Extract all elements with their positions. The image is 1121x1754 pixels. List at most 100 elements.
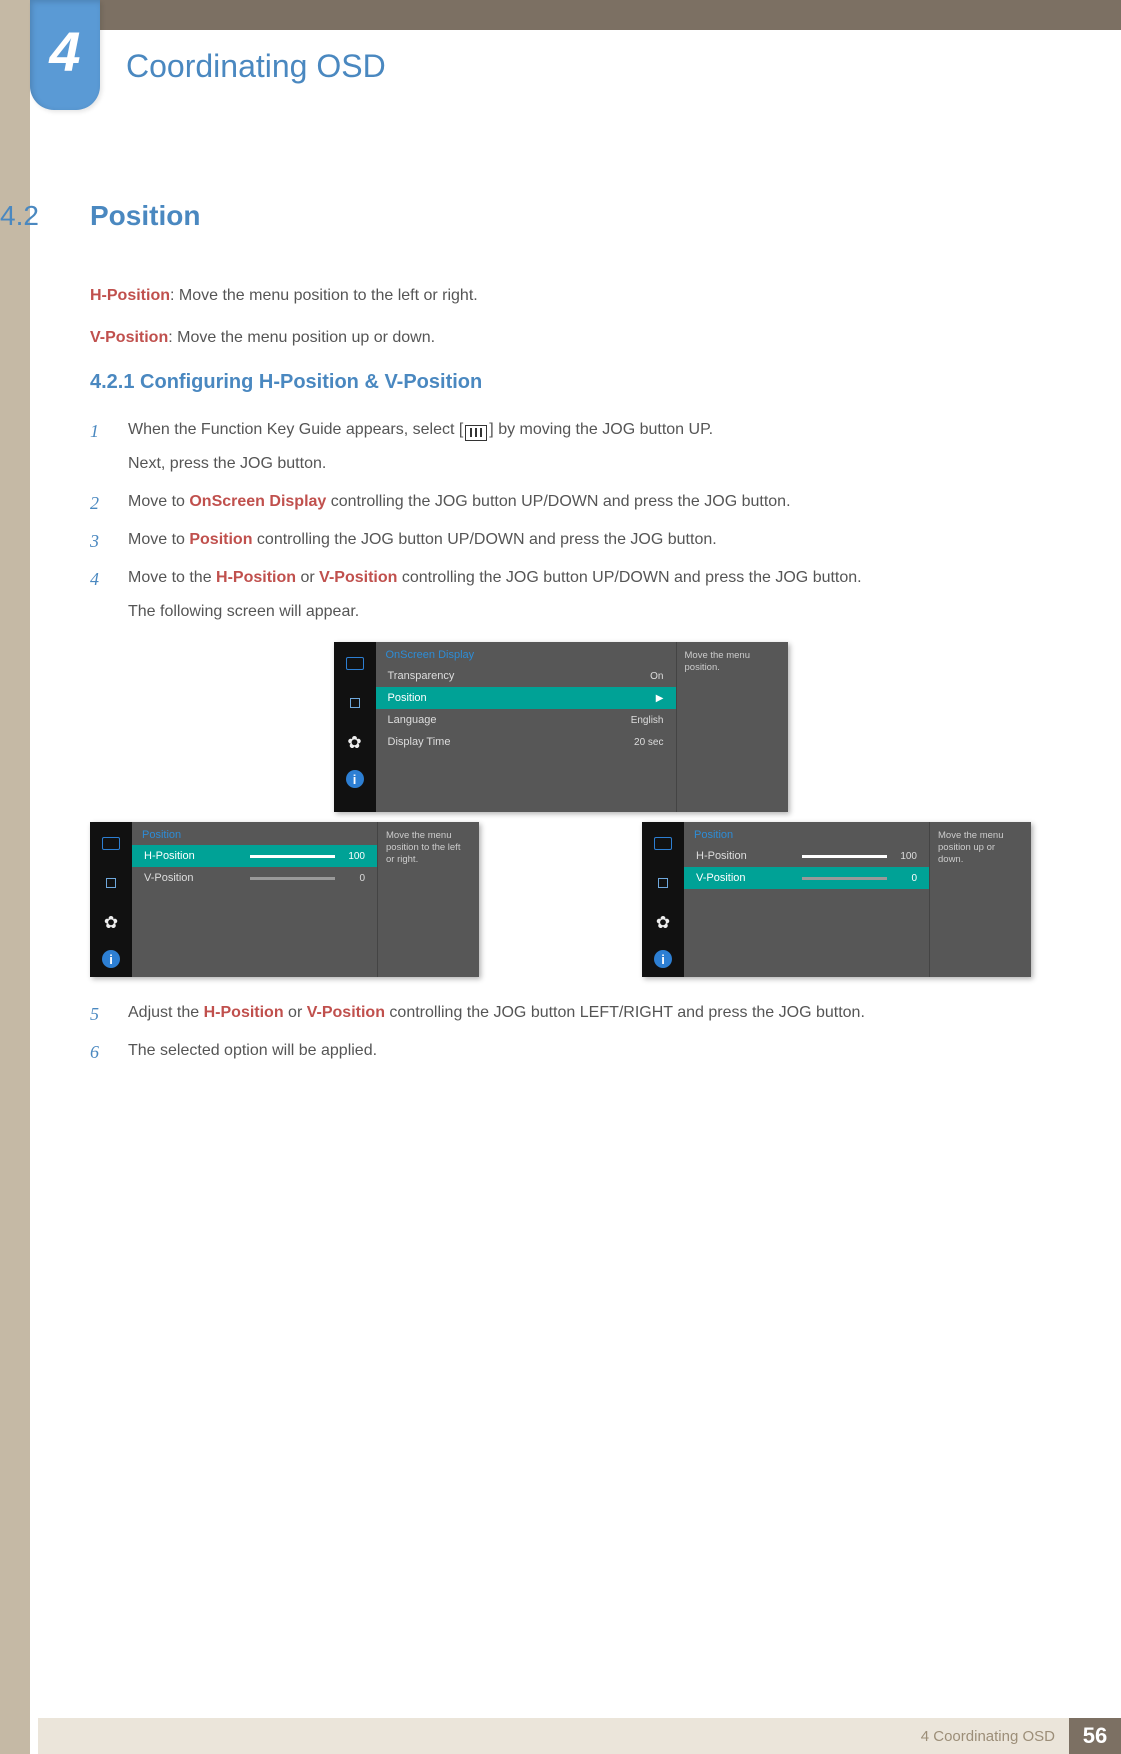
step-number: 1: [90, 418, 99, 445]
step-number: 4: [90, 566, 99, 593]
osd-tooltip: Move the menu position up or down.: [929, 822, 1031, 977]
step-number: 3: [90, 528, 99, 555]
footer-page-number: 56: [1069, 1718, 1121, 1754]
step-3: 3 Move to Position controlling the JOG b…: [90, 528, 1031, 552]
step-text: Move to: [128, 493, 189, 510]
osd-value: 100: [341, 851, 365, 862]
osd-main-panel: Position H-Position 100 V-Position 0: [684, 822, 929, 977]
osd-label: V-Position: [696, 872, 746, 884]
osd-label: V-Position: [144, 872, 194, 884]
info-icon: i: [102, 950, 120, 968]
step-highlight: H-Position: [204, 1004, 284, 1021]
gear-icon: ✿: [342, 730, 368, 756]
step-highlight: H-Position: [216, 569, 296, 586]
chapter-title: Coordinating OSD: [126, 48, 386, 85]
osd-row-vposition: V-Position 0: [132, 867, 377, 889]
menu-icon: [465, 425, 487, 441]
osd-row-display-time: Display Time 20 sec: [376, 731, 676, 753]
osd-row-position-selected: Position ▶: [376, 687, 676, 709]
info-icon: i: [654, 950, 672, 968]
v-position-desc: V-Position: Move the menu position up or…: [90, 329, 1031, 347]
page-content: 4.2 Position H-Position: Move the menu p…: [0, 200, 1121, 1077]
osd-main-panel: Position H-Position 100 V-Position 0: [132, 822, 377, 977]
step-text: Next, press the JOG button.: [128, 452, 1031, 476]
step-text: Adjust the: [128, 1004, 204, 1021]
step-text: The following screen will appear.: [128, 600, 1031, 624]
step-text: controlling the JOG button UP/DOWN and p…: [326, 493, 790, 510]
info-icon: i: [346, 770, 364, 788]
move-icon: [98, 870, 124, 896]
section-number: 4.2: [0, 200, 39, 232]
section-heading: 4.2 Position: [0, 200, 941, 232]
osd-value: 100: [893, 851, 917, 862]
step-text: controlling the JOG button UP/DOWN and p…: [252, 531, 716, 548]
step-text: controlling the JOG button LEFT/RIGHT an…: [385, 1004, 865, 1021]
picture-icon: [98, 830, 124, 856]
slider-bar: [802, 855, 887, 858]
step-highlight: Position: [189, 531, 252, 548]
step-number: 2: [90, 490, 99, 517]
step-text: ] by moving the JOG button UP.: [489, 421, 713, 438]
step-1: 1 When the Function Key Guide appears, s…: [90, 418, 1031, 476]
osd-value: English: [631, 715, 664, 726]
picture-icon: [650, 830, 676, 856]
osd-nav: ✿ i: [334, 642, 376, 812]
step-text: Move to the: [128, 569, 216, 586]
subsection-heading: 4.2.1 Configuring H-Position & V-Positio…: [90, 371, 1031, 394]
osd-value: 0: [893, 873, 917, 884]
osd-title: Position: [684, 822, 929, 845]
osd-value: 0: [341, 873, 365, 884]
step-4: 4 Move to the H-Position or V-Position c…: [90, 566, 1031, 624]
osd-label: Position: [388, 692, 427, 704]
step-text: or: [296, 569, 319, 586]
osd-value: On: [650, 671, 663, 682]
step-5: 5 Adjust the H-Position or V-Position co…: [90, 1001, 1031, 1025]
slider-bar: [250, 855, 335, 858]
h-position-desc: H-Position: Move the menu position to th…: [90, 287, 1031, 305]
picture-icon: [342, 650, 368, 676]
osd-figure-row: ✿ i Position H-Position 100 V-Position 0…: [90, 822, 1031, 977]
osd-window: ✿ i OnScreen Display Transparency On Pos…: [334, 642, 788, 812]
footer-label: 4 Coordinating OSD: [921, 1728, 1069, 1745]
osd-window-vpos: ✿ i Position H-Position 100 V-Position 0…: [642, 822, 1031, 977]
osd-label: H-Position: [696, 850, 747, 862]
osd-label: Display Time: [388, 736, 451, 748]
step-highlight: V-Position: [319, 569, 397, 586]
osd-title: Position: [132, 822, 377, 845]
osd-row-hposition-selected: H-Position 100: [132, 845, 377, 867]
chevron-right-icon: ▶: [656, 693, 664, 704]
step-text: controlling the JOG button UP/DOWN and p…: [397, 569, 861, 586]
h-position-label: H-Position: [90, 287, 170, 304]
osd-value: 20 sec: [634, 737, 663, 748]
gear-icon: ✿: [650, 910, 676, 936]
osd-row-transparency: Transparency On: [376, 665, 676, 687]
gear-icon: ✿: [98, 910, 124, 936]
osd-label: H-Position: [144, 850, 195, 862]
step-highlight: OnScreen Display: [189, 493, 326, 510]
osd-row-language: Language English: [376, 709, 676, 731]
step-highlight: V-Position: [307, 1004, 385, 1021]
chapter-badge: 4: [30, 0, 100, 110]
move-icon: [342, 690, 368, 716]
osd-nav: ✿ i: [642, 822, 684, 977]
v-position-text: : Move the menu position up or down.: [168, 329, 435, 346]
osd-figure-1: ✿ i OnScreen Display Transparency On Pos…: [90, 642, 1031, 812]
step-6: 6 The selected option will be applied.: [90, 1039, 1031, 1063]
step-text: The selected option will be applied.: [128, 1042, 377, 1059]
h-position-text: : Move the menu position to the left or …: [170, 287, 478, 304]
osd-nav: ✿ i: [90, 822, 132, 977]
step-number: 6: [90, 1039, 99, 1066]
osd-tooltip: Move the menu position to the left or ri…: [377, 822, 479, 977]
step-text: Move to: [128, 531, 189, 548]
osd-tooltip: Move the menu position.: [676, 642, 788, 812]
footer-bar: 4 Coordinating OSD 56: [38, 1718, 1121, 1754]
step-text: When the Function Key Guide appears, sel…: [128, 421, 463, 438]
osd-row-vposition-selected: V-Position 0: [684, 867, 929, 889]
steps-list-cont: 5 Adjust the H-Position or V-Position co…: [90, 1001, 1031, 1063]
step-number: 5: [90, 1001, 99, 1028]
osd-label: Transparency: [388, 670, 455, 682]
section-title: Position: [90, 200, 941, 232]
top-header-strip: [88, 0, 1121, 30]
osd-main-panel: OnScreen Display Transparency On Positio…: [376, 642, 676, 812]
slider-bar: [802, 877, 887, 880]
